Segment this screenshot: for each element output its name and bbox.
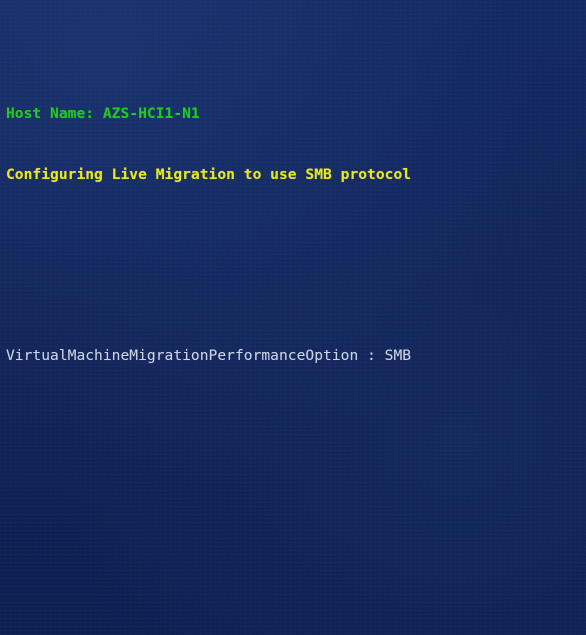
block-separator (6, 528, 586, 548)
host-name-line: Host Name: AZS-HCI1-N1 (6, 105, 200, 123)
block-separator (6, 589, 586, 609)
migration-option-result-line: VirtualMachineMigrationPerformanceOption… (6, 347, 412, 365)
console-output-area[interactable]: Host Name: AZS-HCI1-N1 Configuring Live … (0, 0, 586, 635)
block-separator (6, 468, 586, 488)
configuring-line: Configuring Live Migration to use SMB pr… (6, 165, 412, 183)
powershell-console[interactable]: Host Name: AZS-HCI1-N1 Configuring Live … (0, 0, 586, 635)
host-output-block: Host Name: AZS-HCI1-N1 Configuring Live … (6, 64, 586, 407)
